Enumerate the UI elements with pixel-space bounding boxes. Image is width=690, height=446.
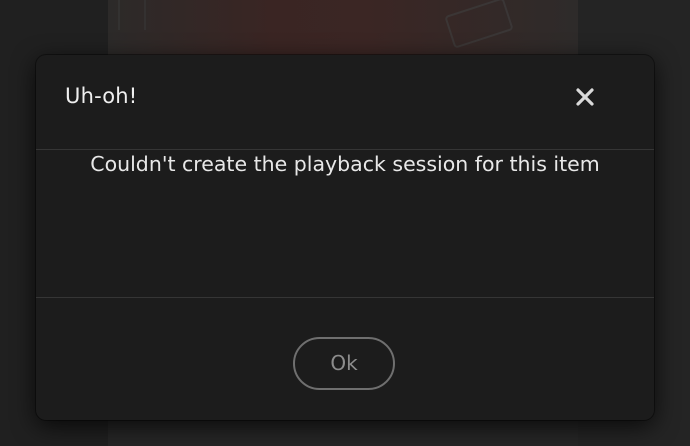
dialog-message: Couldn't create the playback session for…: [90, 152, 600, 176]
background-artwork-shape: [118, 0, 146, 30]
dialog-header: Uh-oh!: [36, 55, 654, 149]
dialog-title: Uh-oh!: [65, 84, 138, 108]
close-icon: [571, 83, 599, 111]
footer-divider: [36, 297, 654, 298]
ok-button[interactable]: Ok: [293, 337, 395, 390]
close-button[interactable]: [571, 83, 599, 111]
error-dialog: Uh-oh! Couldn't create the playback sess…: [36, 55, 654, 420]
